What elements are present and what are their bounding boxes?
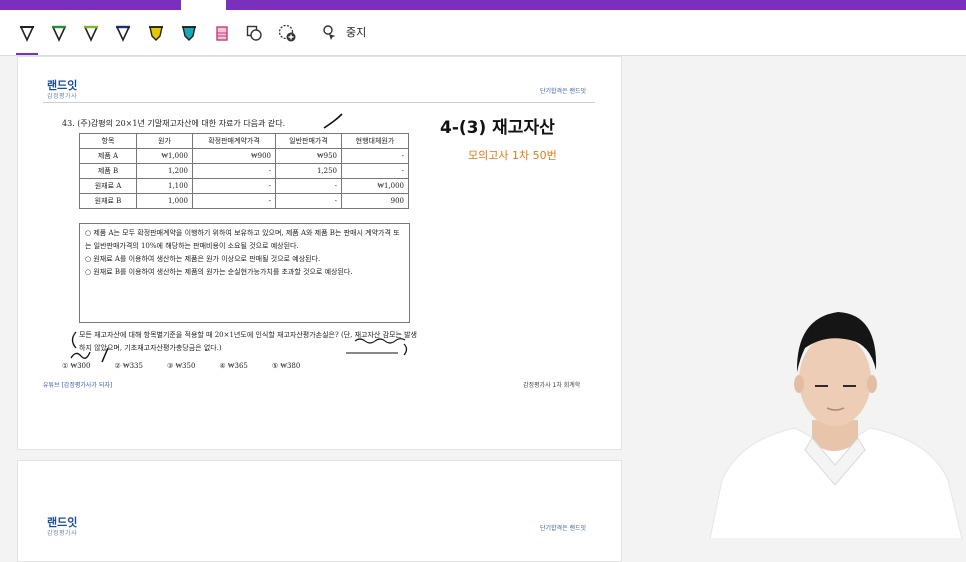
choice-5: ⑤ ₩380: [271, 362, 301, 370]
table-header: 확정판매계약가격: [192, 133, 276, 149]
table-cell: ₩1,000: [136, 148, 193, 164]
table-header: 현행대체원가: [341, 133, 409, 149]
table-header: 일반판매가격: [275, 133, 342, 149]
condition-item: ○ 원재료 B를 이용하여 생산하는 제품의 원가는 순실현가능가치를 초과할 …: [85, 268, 353, 276]
inventory-table: 항목 원가 확정판매계약가격 일반판매가격 현행대체원가 제품 A ₩1,000…: [79, 133, 409, 209]
choice-3: ③ ₩350: [166, 362, 196, 370]
drawing-toolbar: 중지: [0, 10, 966, 56]
footer-youtube: 유튜브 [감정평가사가 되자]: [43, 382, 113, 389]
active-tab-gap: [181, 0, 226, 10]
topic-subtitle: 모의고사 1차 50번: [468, 149, 557, 162]
conditions-box: ○ 제품 A는 모두 확정판매계약을 이행하기 위하여 보유하고 있으며, 제품…: [79, 223, 410, 323]
footer-subject: 감정평가사 1차 회계학: [523, 382, 581, 389]
table-cell: -: [192, 163, 276, 179]
table-cell: 제품 A: [79, 148, 137, 164]
app-top-bar: [0, 0, 966, 10]
topic-title: 4-(3) 재고자산: [440, 118, 555, 138]
condition-item: ○ 원재료 A를 이용하여 생산하는 제품은 원가 이상으로 판매될 것으로 예…: [85, 255, 321, 263]
selected-tool-indicator: [16, 53, 38, 55]
table-header-row: 항목 원가 확정판매계약가격 일반판매가격 현행대체원가: [79, 133, 409, 149]
table-cell: 원재료 B: [79, 193, 137, 209]
table-cell: ₩1,000: [341, 178, 409, 194]
add-shape-icon[interactable]: [276, 22, 298, 44]
table-cell: 1,200: [136, 163, 193, 179]
table-cell: 1,100: [136, 178, 193, 194]
pen-green-icon[interactable]: [48, 22, 70, 44]
highlighter-cyan-icon[interactable]: [178, 22, 200, 44]
stop-button[interactable]: 중지: [346, 24, 366, 40]
brand-logo: 랜드잇 감정평가사: [47, 80, 77, 102]
table-cell: 1,000: [136, 193, 193, 209]
pen-navy-icon[interactable]: [112, 22, 134, 44]
table-row: 제품 A ₩1,000 ₩900 ₩950 -: [79, 148, 409, 164]
logo-subtext: 감정평가사: [47, 93, 78, 100]
presenter-video: [709, 312, 963, 539]
choice-1: ① ₩300: [62, 362, 91, 370]
table-cell: ₩900: [192, 148, 276, 164]
pen-annotation-marks: [70, 331, 408, 363]
table-cell: -: [341, 163, 409, 179]
table-cell: 900: [341, 193, 409, 209]
header-divider: [43, 102, 595, 103]
table-cell: -: [275, 178, 342, 194]
choice-4: ④ ₩365: [219, 362, 248, 370]
choice-2: ② ₩335: [114, 362, 143, 370]
table-cell: 제품 B: [79, 163, 137, 179]
pen-lime-icon[interactable]: [80, 22, 102, 44]
lasso-icon[interactable]: [319, 22, 341, 44]
table-row: 원재료 B 1,000 - - 900: [79, 193, 409, 209]
highlighter-pink-icon[interactable]: [211, 22, 233, 44]
highlighter-yellow-icon[interactable]: [145, 22, 167, 44]
slide-page-2: [17, 460, 622, 562]
table-header: 원가: [136, 133, 193, 149]
shapes-icon[interactable]: [243, 22, 265, 44]
table-cell: ₩950: [275, 148, 342, 164]
table-header: 항목: [79, 133, 137, 149]
table-cell: -: [341, 148, 409, 164]
table-cell: 원재료 A: [79, 178, 137, 194]
pen-black-icon[interactable]: [16, 22, 38, 44]
brand-logo-page2: 랜드잇 감정평가사: [47, 517, 77, 539]
table-cell: 1,250: [275, 163, 342, 179]
logo-subtext: 감정평가사: [47, 530, 78, 537]
answer-choices: ① ₩300 ② ₩335 ③ ₩350 ④ ₩365 ⑤ ₩380: [62, 362, 300, 370]
table-cell: -: [192, 193, 276, 209]
condition-item: ○ 제품 A는 모두 확정판매계약을 이행하기 위하여 보유하고 있으며, 제품…: [85, 229, 400, 250]
question-title: 43. (주)감평의 20×1년 기말재고자산에 대한 자료가 다음과 같다.: [62, 119, 286, 128]
header-tagline: 단기합격은 랜드잇: [540, 88, 587, 95]
table-cell: -: [275, 193, 342, 209]
header-tagline-page2: 단기합격은 랜드잇: [540, 525, 587, 532]
table-row: 제품 B 1,200 - 1,250 -: [79, 163, 409, 179]
pen-annotation-check: [323, 113, 343, 129]
table-row: 원재료 A 1,100 - - ₩1,000: [79, 178, 409, 194]
table-cell: -: [192, 178, 276, 194]
